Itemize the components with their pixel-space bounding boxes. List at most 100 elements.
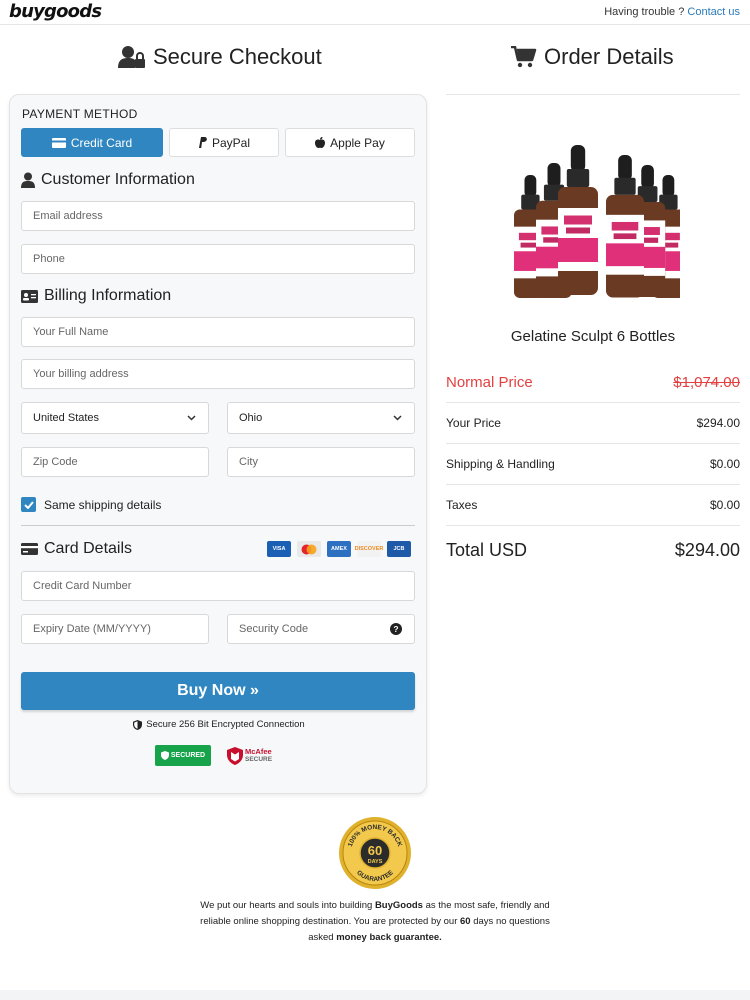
guarantee-days: 60: [460, 916, 471, 927]
total-label: Total USD: [446, 539, 528, 560]
user-icon: [21, 172, 35, 188]
chevron-down-icon: [187, 415, 196, 421]
shipping-value: $0.00: [709, 457, 740, 471]
svg-text:?: ?: [393, 624, 398, 634]
badge-days-number: 60: [368, 843, 382, 858]
apple-pay-tab-label: Apple Pay: [330, 135, 385, 150]
chevron-down-icon: [393, 415, 402, 421]
total-divider: [446, 525, 740, 526]
your-price-row: Your Price $294.00: [446, 414, 740, 432]
help-label: Having trouble ?: [604, 6, 685, 18]
security-code-placeholder: Security Code: [239, 623, 309, 635]
product-bottle: [558, 145, 598, 295]
help-text: Having trouble ? Contact us: [604, 6, 740, 18]
normal-price-row: Normal Price $1,074.00: [446, 372, 740, 392]
billing-information-heading: Billing Information: [21, 287, 171, 305]
country-select[interactable]: United States: [21, 402, 209, 434]
shipping-row: Shipping & Handling $0.00: [446, 455, 740, 473]
mcafee-badge-text: McAfee: [245, 746, 272, 756]
email-field[interactable]: Email address: [21, 201, 415, 231]
buygoods-logo[interactable]: buygoods: [9, 1, 102, 22]
normal-price-value: $1,074.00: [673, 373, 740, 391]
secured-badge: SECURED: [155, 745, 211, 766]
apple-pay-tab[interactable]: Apple Pay: [285, 128, 415, 157]
taxes-value: $0.00: [709, 498, 740, 512]
expiry-date-field[interactable]: Expiry Date (MM/YYYY): [21, 614, 209, 644]
mastercard-icon: [297, 541, 321, 557]
paypal-tab[interactable]: PayPal: [169, 128, 279, 157]
card-details-title: Card Details: [44, 540, 133, 557]
guarantee-brand: BuyGoods: [374, 900, 423, 911]
shopping-cart-icon: [511, 46, 537, 68]
full-name-placeholder: Your Full Name: [33, 326, 109, 338]
phone-field[interactable]: Phone: [21, 244, 415, 274]
question-circle-icon[interactable]: ?: [390, 623, 402, 635]
same-shipping-option: Same shipping details: [21, 497, 161, 512]
amex-icon: AMEX: [327, 541, 351, 557]
accepted-cards: VISA AMEX DISCOVER JCB: [267, 541, 411, 557]
billing-address-placeholder: Your billing address: [33, 368, 129, 380]
secure-checkout-title-text: Secure Checkout: [153, 44, 322, 69]
mcafee-badge: McAfee SECURE: [227, 746, 273, 765]
card-number-field[interactable]: Credit Card Number: [21, 571, 415, 601]
total-row: Total USD $294.00: [446, 539, 740, 561]
shipping-divider: [446, 443, 740, 444]
price-divider: [446, 402, 740, 403]
taxes-label: Taxes: [446, 498, 478, 512]
same-shipping-checkbox[interactable]: [21, 497, 36, 512]
badge-days-label: DAYS: [368, 859, 383, 865]
security-badges: SECURED McAfee SECURE: [155, 745, 272, 766]
billing-address-field[interactable]: Your billing address: [21, 359, 415, 389]
mcafee-shield-icon: [227, 746, 243, 765]
your-price-value: $294.00: [696, 416, 740, 430]
footer-strip: [0, 990, 750, 1000]
expiry-placeholder: Expiry Date (MM/YYYY): [33, 623, 151, 635]
credit-card-tab[interactable]: Credit Card: [21, 128, 163, 157]
full-name-field[interactable]: Your Full Name: [21, 317, 415, 347]
normal-price-label: Normal Price: [446, 373, 533, 391]
card-details-heading: Card Details: [21, 540, 132, 558]
visa-icon: VISA: [267, 541, 291, 557]
paypal-icon: [198, 137, 207, 148]
secure-connection-note: Secure 256 Bit Encrypted Connection: [10, 719, 428, 730]
id-card-icon: [21, 289, 38, 303]
buy-now-button[interactable]: Buy Now »: [21, 672, 415, 710]
payment-method-label: PAYMENT METHOD: [22, 107, 138, 121]
zip-code-field[interactable]: Zip Code: [21, 447, 209, 477]
phone-placeholder: Phone: [33, 253, 65, 265]
billing-information-title: Billing Information: [44, 287, 172, 304]
same-shipping-label[interactable]: Same shipping details: [44, 498, 161, 512]
credit-card-icon: [51, 137, 66, 148]
shield-check-icon: [160, 751, 169, 760]
jcb-icon: JCB: [387, 541, 411, 557]
checkout-form-card: PAYMENT METHOD Credit Card PayPal Apple …: [9, 94, 427, 794]
order-divider: [446, 94, 740, 95]
guarantee-description: We put our hearts and souls into buildin…: [190, 898, 560, 946]
secured-badge-text: SECURED: [170, 752, 206, 759]
customer-information-title: Customer Information: [41, 171, 195, 188]
security-code-field[interactable]: Security Code ?: [227, 614, 415, 644]
contact-us-link[interactable]: Contact us: [687, 6, 740, 18]
state-value: Ohio: [239, 412, 263, 424]
order-details-title-text: Order Details: [544, 44, 674, 69]
taxes-divider: [446, 484, 740, 485]
guarantee-money-back: money back guarantee.: [336, 932, 442, 943]
product-bottles-image: [514, 145, 680, 298]
apple-icon: [315, 137, 326, 148]
discover-icon: DISCOVER: [355, 541, 383, 557]
state-select[interactable]: Ohio: [227, 402, 415, 434]
taxes-row: Taxes $0.00: [446, 496, 740, 514]
section-divider: [21, 525, 415, 526]
paypal-tab-label: PayPal: [211, 135, 251, 150]
shipping-label: Shipping & Handling: [446, 457, 555, 471]
product-name: Gelatine Sculpt 6 Bottles: [510, 328, 676, 345]
money-back-guarantee-badge: 100% MONEY BACK GUARANTEE 60 DAYS: [339, 817, 411, 889]
mcafee-secure-text: SECURE: [245, 755, 273, 763]
country-value: United States: [33, 412, 100, 424]
credit-card-icon: [21, 543, 38, 555]
secure-checkout-title: Secure Checkout: [118, 42, 322, 72]
credit-card-tab-label: Credit Card: [70, 135, 133, 150]
city-field[interactable]: City: [227, 447, 415, 477]
top-bar: buygoods Having trouble ? Contact us: [0, 0, 750, 25]
total-value: $294.00: [674, 539, 740, 560]
